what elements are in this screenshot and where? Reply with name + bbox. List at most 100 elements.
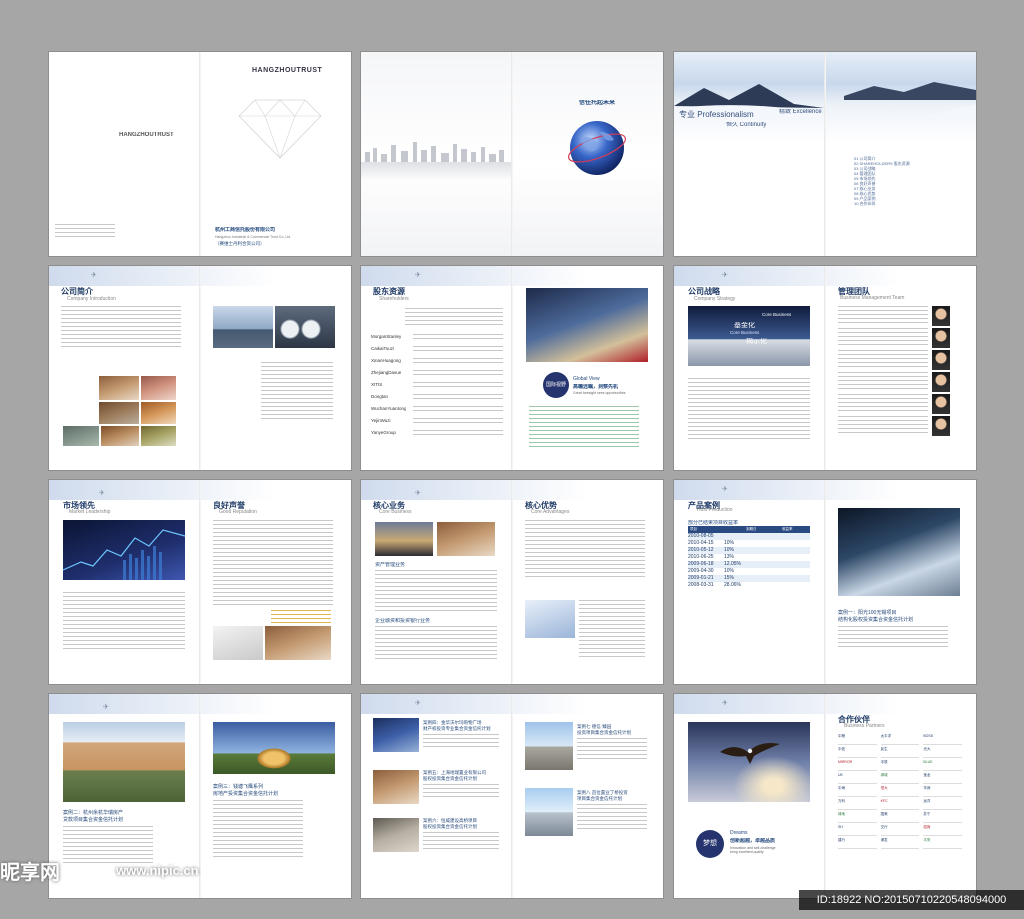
header-band bbox=[674, 694, 976, 714]
diamond-graphic bbox=[238, 99, 322, 159]
team-portrait-6 bbox=[932, 416, 950, 436]
team-bio-2 bbox=[838, 328, 928, 346]
case2-building-photo bbox=[63, 722, 185, 802]
partners-subtitle: Business Partners bbox=[844, 723, 885, 729]
plane-icon: ✈ bbox=[99, 490, 105, 497]
spread-cases-2-3: ✈ 案例二：杭州余杭华瑞房产 贷款项目集合资金信托计划 案例三：钱塘飞鹰系列 房… bbox=[49, 694, 351, 898]
partner-logo: MIRROR bbox=[838, 760, 877, 771]
partner-logo: 招商 bbox=[923, 825, 962, 836]
intro-body-text-2 bbox=[261, 362, 333, 422]
shareholder-row: MorganStanley bbox=[371, 332, 503, 344]
header-band bbox=[674, 480, 976, 500]
case6-caption: 案例六：恒威建设高桥项目 股权投资集合资金信托计划 bbox=[423, 818, 477, 829]
partner-logo: 太平洋 bbox=[880, 734, 920, 745]
case5-caption: 案例五：上海地瑞置业有限公司 股权投资集合资金信托计划 bbox=[423, 770, 486, 781]
strategy-body-text bbox=[688, 378, 810, 440]
case6-details bbox=[423, 832, 499, 850]
partner-logo: 中粮 bbox=[838, 734, 877, 745]
shareholder-row: Dongtan bbox=[371, 392, 503, 404]
global-view-cn: 高瞻远瞩，洞察先机 bbox=[573, 384, 619, 390]
strategy-chess-photo bbox=[688, 306, 810, 366]
partner-logo: 恒大 bbox=[880, 786, 920, 797]
case3-dome-photo bbox=[213, 722, 335, 774]
partners-logo-grid: 中粮 太平洋 BOSS 中信 民生 光大 MIRROR 中铁 BLUE UK 绿… bbox=[838, 734, 962, 849]
partner-logo: 华润 bbox=[923, 786, 962, 797]
header-band bbox=[361, 480, 663, 500]
case5-villa-photo bbox=[373, 770, 419, 804]
core-advantage-text-2 bbox=[579, 600, 645, 660]
intro-photo-7 bbox=[141, 426, 176, 446]
shareholders-subtitle: Shareholders bbox=[379, 296, 409, 302]
team-bio-3 bbox=[838, 350, 928, 368]
partner-logo: 建行 bbox=[838, 838, 877, 849]
shareholder-row: WuchanYuantong bbox=[371, 404, 503, 416]
reputation-chart-photo bbox=[213, 626, 263, 660]
case5-details bbox=[423, 784, 499, 800]
production-subtitle: Trust Production bbox=[696, 507, 733, 513]
header-band bbox=[361, 266, 663, 286]
partner-logo: BLUE bbox=[923, 760, 962, 771]
partner-logo: 光大 bbox=[923, 747, 962, 758]
shareholder-row: CaikaiTouzi bbox=[371, 344, 503, 356]
plane-icon: ✈ bbox=[415, 490, 421, 497]
intro-photo-2 bbox=[141, 376, 176, 400]
shareholder-row: YejinWuzi bbox=[371, 416, 503, 428]
spread-strategy-team: ✈ 公司战略 Company Strategy Core Business 基金… bbox=[674, 266, 976, 470]
asset-mgmt-heading: 资产管理业务 bbox=[375, 562, 406, 568]
partner-logo: 苏宁 bbox=[923, 812, 962, 823]
spread-core-business: ✈ 核心业务 Core Business 资产管理业务 企业融资和投资银行业务 … bbox=[361, 480, 663, 684]
case7-caption: 案例七 德信·臻园 投资项目集合资金信托计划 bbox=[577, 724, 631, 735]
dream-sub: Innovation and self-challenge bring exce… bbox=[730, 846, 776, 855]
team-bio-4 bbox=[838, 372, 928, 390]
team-portrait-5 bbox=[932, 394, 950, 414]
shareholders-intro-text bbox=[405, 308, 503, 328]
yield-table-row: 2010-06-25 13% bbox=[688, 554, 810, 561]
team-subtitle: Business Management Team bbox=[840, 295, 905, 301]
spread-cases-4-8: ✈ 案例四：金华沃尔玛购物广场 财产权投资专业集合资金信托计划 案例五：上海地瑞… bbox=[361, 694, 663, 898]
cover-company-en: Hangzhou Industrial & Commercial Trust C… bbox=[215, 235, 292, 239]
team-bio-6 bbox=[838, 416, 928, 434]
strategy-word-4: 揭示化 bbox=[746, 338, 767, 345]
future-title: 信任托起未来 bbox=[579, 100, 616, 106]
cover-note: （赛维士丹利合资公司） bbox=[215, 241, 265, 246]
partner-logo: 国美 bbox=[880, 812, 920, 823]
partner-logo: BOSS bbox=[923, 734, 962, 745]
stock-chart-line bbox=[63, 529, 185, 580]
case7-tower-photo bbox=[525, 722, 573, 770]
case2-details bbox=[63, 826, 153, 866]
yield-table-row: 2008-03-31 28.06% bbox=[688, 582, 810, 589]
mission-continuity: 恒久 Continuity bbox=[726, 122, 767, 128]
yield-table-row: 2009-06-18 12.05% bbox=[688, 561, 810, 568]
intro-subtitle: Company Introduction bbox=[67, 296, 116, 302]
plane-icon: ✈ bbox=[103, 704, 109, 711]
case2-caption: 案例二：杭州余杭华瑞房产 贷款项目集合资金信托计划 bbox=[63, 810, 124, 823]
reputation-body-text bbox=[213, 520, 333, 608]
plane-icon: ✈ bbox=[722, 700, 728, 707]
core-advantage-calculator-photo bbox=[525, 600, 575, 638]
core-business-city-photo bbox=[375, 522, 433, 556]
partner-logo: 远洋 bbox=[923, 799, 962, 810]
partner-logo: 万科 bbox=[838, 799, 877, 810]
cover-index-list: 01 公司简介 02 SHAREHOLDERS 股东资源 03 公司战略 04 … bbox=[854, 156, 964, 206]
team-portrait-3 bbox=[932, 350, 950, 370]
dream-cn: 创新超越，卓越品质 bbox=[730, 838, 776, 844]
watermark-site-name: 昵享网 bbox=[0, 862, 60, 884]
strategy-title: 公司战略 bbox=[688, 287, 720, 296]
spread-production: ✈ 产品案例 Trust Production 部分已结束项目收益率 项目 到期日… bbox=[674, 480, 976, 684]
yield-table-row: 2010-04-15 10% bbox=[688, 540, 810, 547]
team-bio-1 bbox=[838, 306, 928, 324]
cover-hangzhou-small-logo: HANGZHOUTRUST bbox=[119, 132, 174, 138]
intro-title: 公司简介 bbox=[61, 287, 93, 296]
intro-photo-clocks bbox=[275, 306, 335, 348]
yield-table-row: 2009-01-21 15% bbox=[688, 575, 810, 582]
cover-company-cn: 杭州工商信托股份有限公司 bbox=[215, 227, 276, 233]
intro-photo-6 bbox=[101, 426, 139, 446]
eagle-icon bbox=[720, 743, 780, 764]
plane-icon: ✈ bbox=[415, 700, 421, 707]
intro-photo-1 bbox=[99, 376, 139, 400]
global-view-badge: 国际视野 bbox=[543, 372, 569, 398]
index-item[interactable]: 10 合作伙伴 bbox=[854, 201, 964, 206]
team-portrait-2 bbox=[932, 328, 950, 348]
cover-brand-logo: HANGZHOUTRUST bbox=[252, 67, 323, 74]
shareholder-row: YanyeGroup bbox=[371, 428, 503, 440]
